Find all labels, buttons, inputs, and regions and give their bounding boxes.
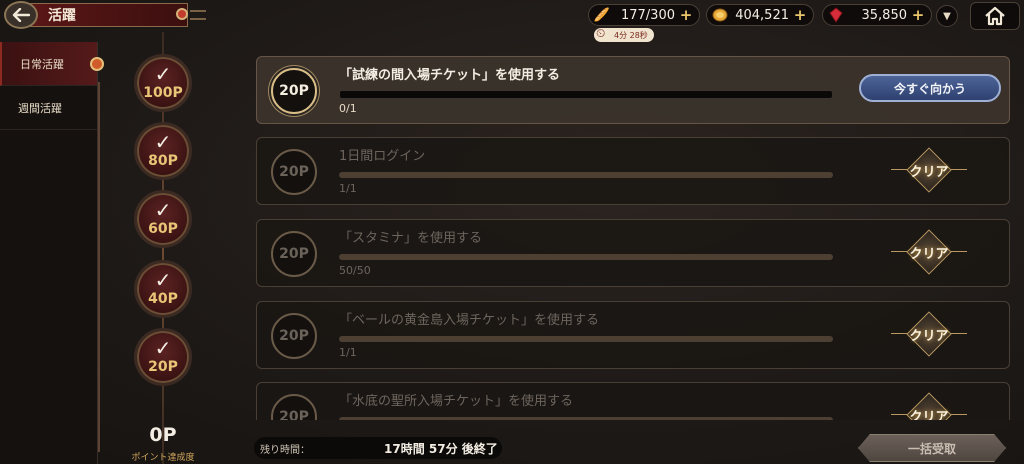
points-badge: 20P	[271, 313, 317, 359]
milestone-20[interactable]: ✓ 20P	[134, 328, 192, 386]
milestone-40[interactable]: ✓ 40P	[134, 260, 192, 318]
tab-daily[interactable]: 日常活躍	[0, 42, 97, 86]
check-icon: ✓	[154, 198, 172, 222]
points-total: 0P	[149, 424, 177, 446]
check-icon: ✓	[154, 130, 172, 154]
gold-coin-icon	[711, 6, 729, 24]
remaining-time: 残り時間： 17時間 57分 後終了	[254, 437, 502, 459]
arrow-left-icon	[12, 8, 30, 22]
add-stamina-button[interactable]: +	[679, 6, 693, 24]
check-icon: ✓	[154, 336, 172, 360]
page-title: 活躍	[30, 3, 188, 27]
top-bar: 活躍 🥖 177/300 + ⏲ 4分 28秒 404,521 + 35,850…	[0, 0, 1024, 42]
points-badge: 20P	[271, 394, 317, 420]
clear-badge: クリア	[891, 392, 967, 420]
points-badge: 20P	[271, 231, 317, 277]
points-label: ポイント達成度	[131, 453, 195, 463]
clear-badge: クリア	[891, 147, 967, 193]
task-progress: 50/50	[339, 264, 371, 277]
stamina-counter: 🥖 177/300 +	[588, 4, 700, 26]
title-ornament	[190, 10, 206, 20]
add-gold-button[interactable]: +	[793, 6, 807, 24]
dropdown-button[interactable]: ▼	[936, 5, 958, 27]
clear-badge: クリア	[891, 311, 967, 357]
milestone-60[interactable]: ✓ 60P	[134, 190, 192, 248]
task-title: 「スタミナ」を使用する	[339, 231, 483, 246]
task-title: 「水底の聖所入場チケット」を使用する	[339, 394, 574, 409]
bread-icon: 🥖	[593, 7, 611, 23]
task-list: 20P 「試練の間入場チケット」を使用する 0/1 今すぐ向かう 20P 1日間…	[256, 56, 1012, 420]
go-now-button[interactable]: 今すぐ向かう	[859, 74, 1001, 102]
track-line-left	[98, 82, 100, 452]
points-badge: 20P	[271, 68, 317, 114]
title-gem-icon	[176, 8, 188, 20]
task-title: 「ベールの黄金島入場チケット」を使用する	[339, 313, 600, 328]
task-progress: 1/1	[339, 346, 357, 359]
stamina-timer: ⏲ 4分 28秒	[594, 26, 654, 42]
gem-counter: 35,850 +	[822, 4, 932, 26]
progress-bar	[339, 336, 833, 342]
check-icon: ✓	[154, 268, 172, 292]
check-icon: ✓	[154, 62, 172, 86]
milestone-100[interactable]: ✓ 100P	[134, 54, 192, 112]
back-button[interactable]	[4, 1, 38, 29]
milestone-track: ✓ 100P ✓ 80P ✓ 60P ✓ 40P ✓ 20P 0P ポイント達成…	[98, 32, 228, 464]
milestone-80[interactable]: ✓ 80P	[134, 122, 192, 180]
task-progress: 0/1	[339, 102, 357, 115]
progress-bar	[339, 417, 833, 420]
progress-bar	[339, 172, 833, 178]
task-title: 「試練の間入場チケット」を使用する	[339, 68, 561, 83]
claim-all-button[interactable]: 一括受取	[858, 434, 1006, 462]
chevron-down-icon: ▼	[943, 10, 951, 22]
task-card: 20P 「スタミナ」を使用する 50/50 クリア	[256, 219, 1010, 287]
add-gem-button[interactable]: +	[911, 6, 925, 24]
progress-bar	[339, 254, 833, 260]
task-card: 20P 「試練の間入場チケット」を使用する 0/1 今すぐ向かう	[256, 56, 1010, 124]
side-navigation: 日常活躍 週間活躍	[0, 42, 98, 464]
progress-bar	[339, 90, 833, 99]
clear-badge: クリア	[891, 229, 967, 275]
home-icon	[985, 6, 1005, 26]
task-card: 20P 「ベールの黄金島入場チケット」を使用する 1/1 クリア	[256, 301, 1010, 369]
task-title: 1日間ログイン	[339, 149, 426, 164]
points-badge: 20P	[271, 149, 317, 195]
gold-counter: 404,521 +	[706, 4, 814, 26]
home-button[interactable]	[970, 2, 1020, 30]
red-gem-icon	[827, 6, 845, 24]
tab-weekly[interactable]: 週間活躍	[0, 86, 97, 130]
clock-icon: ⏲	[596, 26, 606, 40]
task-progress: 1/1	[339, 182, 357, 195]
task-card: 20P 「水底の聖所入場チケット」を使用する クリア	[256, 382, 1010, 420]
task-card: 20P 1日間ログイン 1/1 クリア	[256, 137, 1010, 205]
